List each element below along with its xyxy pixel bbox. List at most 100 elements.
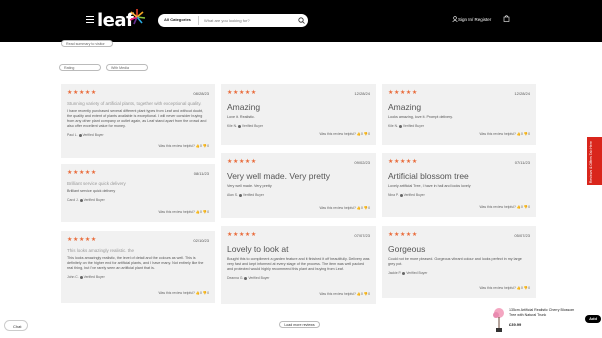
helpful-label: Was this review helpful? — [319, 292, 356, 296]
verified-dot-icon — [238, 193, 242, 197]
review-author: Deanna G. Verified Buyer — [227, 276, 370, 280]
verified-dot-icon — [398, 124, 402, 128]
review-date: 05/07/23 — [514, 233, 530, 238]
verified-dot-icon — [79, 198, 83, 202]
helpful-row: Was this review helpful? 👍0 👎0 — [158, 291, 209, 295]
thumbs-down-count[interactable]: 0 — [528, 132, 530, 136]
helpful-label: Was this review helpful? — [158, 210, 195, 214]
product-name[interactable]: 135cm Artificial Realistic Cherry Blosso… — [509, 308, 581, 317]
review-body: Very well made. Very pretty — [227, 184, 272, 188]
thumbs-down-count[interactable]: 0 — [368, 206, 370, 210]
media-filter[interactable]: With Media — [106, 64, 148, 71]
product-thumbnail — [493, 308, 504, 332]
helpful-row: Was this review helpful? 👍0 👎0 — [479, 132, 530, 136]
review-date: 02/10/23 — [193, 238, 209, 243]
review-date: 08/28/23 — [193, 91, 209, 96]
rating-filter-label: Rating — [64, 66, 75, 70]
helpful-row: Was this review helpful? 👍0 👎0 — [319, 206, 370, 210]
search-input[interactable] — [204, 15, 294, 25]
rating-stars: ★★★★★ — [227, 90, 257, 96]
helpful-label: Was this review helpful? — [158, 291, 195, 295]
thumbs-down-count[interactable]: 0 — [528, 286, 530, 290]
thumbs-up-count[interactable]: 0 — [521, 205, 523, 209]
helpful-row: Was this review helpful? 👍0 👎0 — [319, 292, 370, 296]
helpful-label: Was this review helpful? — [319, 132, 356, 136]
search-bar: All Categories — [158, 14, 308, 27]
helpful-label: Was this review helpful? — [479, 132, 516, 136]
thumbs-down-count[interactable]: 0 — [207, 210, 209, 214]
thumbs-down-count[interactable]: 0 — [528, 205, 530, 209]
review-card: ★★★★★ 09/02/23 Very well made. Very pret… — [221, 153, 376, 218]
verified-badge: Verified Buyer — [242, 193, 264, 197]
load-more-button[interactable]: Load more reviews — [279, 321, 320, 328]
review-card: ★★★★★ 12/28/24 Amazing Looks amazing, lo… — [382, 84, 536, 145]
review-date: 07/07/23 — [354, 233, 370, 238]
helpful-label: Was this review helpful? — [158, 144, 195, 148]
review-author: Kile N. Verified Buyer — [388, 124, 530, 128]
flower-logo-icon — [129, 9, 146, 25]
verified-badge: Verified Buyer — [248, 276, 270, 280]
verified-badge: Verified Buyer — [403, 193, 425, 197]
review-title: Lovely to look at — [227, 244, 289, 254]
author-name: Paul L. — [67, 133, 78, 137]
review-author: Paul L. Verified Buyer — [67, 133, 209, 137]
review-card: ★★★★★ 02/10/23 This looks amazingly real… — [61, 231, 215, 303]
verified-badge: Verified Buyer — [406, 271, 428, 275]
search-icon[interactable] — [298, 17, 305, 24]
verified-badge: Verified Buyer — [402, 124, 425, 128]
chat-button[interactable]: Chat — [4, 320, 28, 331]
thumbs-down-count[interactable]: 0 — [207, 291, 209, 295]
verified-dot-icon — [402, 271, 406, 275]
thumbs-down-count[interactable]: 0 — [207, 144, 209, 148]
top-header: leaf All Categories Sign In/ Register — [0, 0, 602, 42]
categories-dropdown[interactable]: All Categories — [164, 17, 191, 22]
verified-badge: Verified Buyer — [83, 198, 105, 202]
menu-icon[interactable] — [86, 16, 94, 25]
helpful-label: Was this review helpful? — [479, 205, 516, 209]
rating-filter[interactable]: Rating — [59, 64, 101, 71]
thumbs-down-count[interactable]: 0 — [368, 132, 370, 136]
thumbs-up-count[interactable]: 0 — [361, 132, 363, 136]
rating-stars: ★★★★★ — [227, 232, 257, 238]
verified-dot-icon — [399, 193, 403, 197]
thumbs-up-count[interactable]: 0 — [521, 286, 523, 290]
review-title: Gorgeous — [388, 244, 426, 254]
thumbs-down-count[interactable]: 0 — [368, 292, 370, 296]
review-date: 08/11/23 — [193, 171, 209, 176]
review-body: This looks amazingly realistic, the leve… — [67, 256, 204, 270]
review-title: Very well made. Very pretty — [227, 171, 330, 181]
thumbs-up-count[interactable]: 0 — [361, 292, 363, 296]
rating-stars: ★★★★★ — [67, 237, 97, 243]
rating-stars: ★★★★★ — [388, 232, 418, 238]
verified-badge: Verified Buyer — [241, 124, 264, 128]
rating-stars: ★★★★★ — [388, 159, 418, 165]
author-name: Alan S. — [227, 193, 238, 197]
review-date: 12/28/24 — [354, 91, 370, 96]
add-to-cart-button[interactable]: Add — [585, 315, 601, 323]
helpful-row: Was this review helpful? 👍0 👎0 — [158, 210, 209, 214]
signin-link[interactable]: Sign In/ Register — [458, 17, 491, 22]
review-date: 12/28/24 — [514, 91, 530, 96]
thumbs-up-count[interactable]: 0 — [361, 206, 363, 210]
author-name: Deanna G. — [227, 276, 244, 280]
review-author: John C. Verified Buyer — [67, 275, 209, 279]
rating-stars: ★★★★★ — [67, 170, 97, 176]
author-name: Kile N. — [227, 124, 237, 128]
verified-badge: Verified Buyer — [82, 133, 104, 137]
thumbs-up-count[interactable]: 0 — [200, 210, 202, 214]
thumbs-up-count[interactable]: 0 — [521, 132, 523, 136]
reviews-side-tab[interactable]: Reviews & Offers Tab Here — [587, 137, 602, 185]
media-filter-label: With Media — [111, 66, 129, 70]
thumbs-up-count[interactable]: 0 — [200, 144, 202, 148]
author-name: Jackie P. — [388, 271, 402, 275]
review-author: Jackie P. Verified Buyer — [388, 271, 530, 275]
review-title: Artificial blossom tree — [388, 171, 469, 181]
thumbs-up-count[interactable]: 0 — [200, 291, 202, 295]
bag-icon[interactable] — [503, 15, 510, 22]
review-body: Brilliant service quick delivery — [67, 189, 116, 193]
author-name: Kile N. — [388, 124, 398, 128]
review-card: ★★★★★ 07/11/23 Artificial blossom tree L… — [382, 153, 536, 217]
summary-pill[interactable]: Read summary to visitor — [61, 40, 113, 47]
chat-label: Chat — [13, 324, 22, 329]
review-body: Lovely artificial Tree, I have in hall a… — [388, 184, 471, 188]
